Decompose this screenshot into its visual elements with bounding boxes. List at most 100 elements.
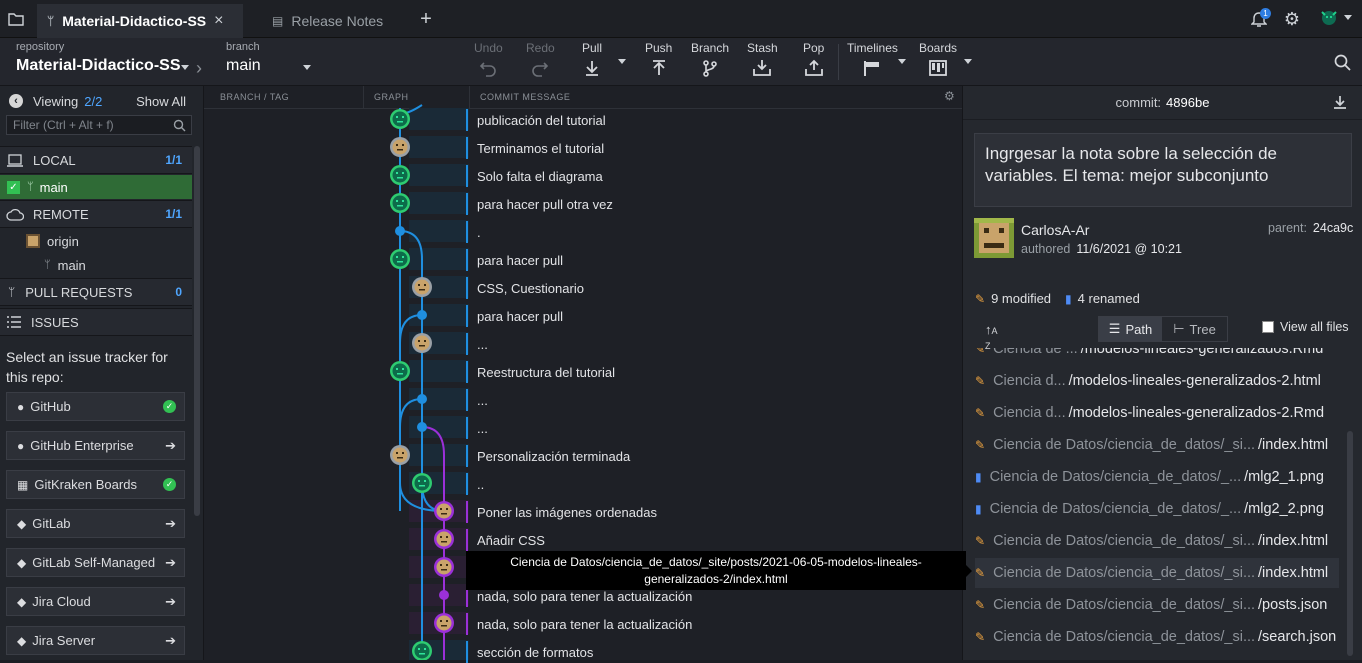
tracker-gitlab[interactable]: ◆ GitLab ➔ [6,509,185,538]
tracker-jira-server[interactable]: ◆ Jira Server ➔ [6,626,185,655]
branch-button[interactable]: Branch [691,41,729,77]
chevron-down-icon[interactable] [964,59,972,64]
commit-row[interactable]: para hacer pull [468,305,962,327]
file-row[interactable]: ✎ Ciencia de Datos/ciencia_de_datos/_si..… [975,430,1339,460]
branch-selector[interactable]: main [226,57,261,75]
show-all-button[interactable]: Show All [136,94,186,109]
file-row[interactable]: ✎ Ciencia d.../modelos-lineales-generaliz… [975,398,1339,428]
authored-label: authored [1021,242,1071,256]
file-row[interactable]: ▮ Ciencia de Datos/ciencia_de_datos/_... /… [975,494,1339,524]
pull-requests-section[interactable]: ᛘ PULL REQUESTS 0 [0,278,192,306]
search-icon[interactable] [1332,52,1352,72]
commit-avatar-node[interactable] [412,333,432,353]
commit-avatar-node[interactable] [390,137,410,157]
timelines-button[interactable]: Timelines [847,41,898,77]
checkbox-checked-icon[interactable]: ✓ [7,180,20,194]
chevron-down-icon[interactable] [618,59,626,64]
remote-origin[interactable]: origin [0,231,192,251]
commit-avatar-node[interactable] [390,361,410,381]
chevron-down-icon[interactable] [898,59,906,64]
view-all-files[interactable]: View all files [1262,320,1349,334]
pop-button[interactable]: Pop [803,41,824,77]
chevron-down-icon[interactable] [303,65,311,70]
commit-row[interactable]: Poner las imágenes ordenadas [468,501,962,523]
remote-branch-main[interactable]: ᛘ main [0,255,192,275]
commit-avatar-node[interactable] [390,109,410,129]
commit-row[interactable]: Solo falta el diagrama [468,165,962,187]
commit-row[interactable]: ... [468,389,962,411]
commit-avatar-node[interactable] [434,529,454,549]
stash-button[interactable]: Stash [747,41,778,77]
tracker-jira-cloud[interactable]: ◆ Jira Cloud ➔ [6,587,185,616]
checkbox[interactable] [1262,321,1274,333]
file-row[interactable]: ✎ Ciencia de Datos/ciencia_de_datos/_si..… [975,526,1339,556]
repo-selector[interactable]: Material-Didactico-SS [16,57,180,75]
commit-avatar-node[interactable] [434,501,454,521]
commit-avatar-node[interactable] [390,445,410,465]
file-row[interactable]: ✎ Ciencia d.../modelos-lineales-generaliz… [975,366,1339,396]
commit-row[interactable]: ... [468,417,962,439]
pull-button[interactable]: Pull [582,41,602,77]
download-icon[interactable] [1333,95,1347,109]
commit-row[interactable]: para hacer pull otra vez [468,193,962,215]
boards-button[interactable]: Boards [919,41,957,77]
left-scrollbar[interactable] [194,146,200,516]
tracker-gitkraken-boards[interactable]: ▦ GitKraken Boards ✓ [6,470,185,499]
commit-avatar-node[interactable] [390,193,410,213]
file-row[interactable]: ▮ Ciencia de Datos/ciencia_de_datos/_... /… [975,462,1339,492]
local-section[interactable]: LOCAL 1/1 [0,146,192,174]
commit-avatar-node[interactable] [390,165,410,185]
commit-row[interactable]: nada, solo para tener la actualización [468,613,962,635]
file-row[interactable]: ✎ Ciencia de Datos/ciencia_de_datos/_si..… [975,622,1339,652]
commit-message[interactable]: Ingrgesar la nota sobre la selección de … [974,133,1352,207]
issues-section[interactable]: ISSUES [0,308,192,336]
commit-row[interactable]: para hacer pull [468,249,962,271]
commit-row[interactable]: publicación del tutorial [468,109,962,131]
file-row[interactable]: ✎ Ciencia de Datos/ciencia_de_datos/_si..… [975,590,1339,620]
filter-input[interactable]: Filter (Ctrl + Alt + f) [6,115,192,135]
path-view-button[interactable]: ☰ Path [1099,317,1163,341]
folder-icon[interactable] [6,9,26,29]
commit-row[interactable]: . [468,221,962,243]
tab-repo[interactable]: ᛘ Material-Didactico-SS × [37,4,243,38]
commit-avatar-node[interactable] [434,557,454,577]
commit-row[interactable]: Terminamos el tutorial [468,137,962,159]
arrow-left-circle-icon[interactable]: ‹ [9,94,23,108]
local-branch-main[interactable]: ✓ ᛘ main [0,175,192,199]
file-row[interactable]: ✎ Ciencia de .../modelos-lineales-general… [975,348,1339,364]
parent-hash[interactable]: 24ca9c [1313,221,1353,235]
tracker-github-enterprise[interactable]: ● GitHub Enterprise ➔ [6,431,185,460]
right-scrollbar[interactable] [1347,431,1353,656]
avatar[interactable] [1316,8,1342,30]
commit-avatar-node[interactable] [412,473,432,493]
commit-avatar-node[interactable] [434,613,454,633]
close-icon[interactable]: × [214,12,223,30]
commit-dot[interactable] [395,226,405,236]
commit-dot[interactable] [417,422,427,432]
commit-row[interactable]: Añadir CSS [468,529,962,551]
chevron-down-icon[interactable] [181,65,189,70]
commit-row[interactable]: .. [468,473,962,495]
commit-row[interactable]: ... [468,333,962,355]
tracker-gitlab-self-managed[interactable]: ◆ GitLab Self-Managed ➔ [6,548,185,577]
undo-button[interactable]: Undo [474,41,503,77]
commit-row[interactable]: Reestructura del tutorial [468,361,962,383]
commit-dot[interactable] [439,590,449,600]
commit-avatar-node[interactable] [390,249,410,269]
commit-dot[interactable] [417,394,427,404]
push-button[interactable]: Push [645,41,672,77]
commit-avatar-node[interactable] [412,277,432,297]
commit-row[interactable]: Personalización terminada [468,445,962,467]
tracker-github[interactable]: ● GitHub ✓ [6,392,185,421]
chevron-down-icon[interactable] [1344,15,1352,20]
commit-row[interactable]: CSS, Cuestionario [468,277,962,299]
gear-icon[interactable]: ⚙ [944,89,955,103]
tab-release-notes[interactable]: ▤ Release Notes [262,4,393,38]
remote-section[interactable]: REMOTE 1/1 [0,200,192,228]
tree-view-button[interactable]: ⊢ Tree [1162,317,1227,341]
redo-button[interactable]: Redo [526,41,555,77]
file-row[interactable]: ✎ Ciencia de Datos/ciencia_de_datos/_si..… [975,558,1339,588]
new-tab-icon[interactable]: + [416,8,436,30]
gear-icon[interactable]: ⚙ [1282,9,1302,29]
commit-dot[interactable] [417,310,427,320]
